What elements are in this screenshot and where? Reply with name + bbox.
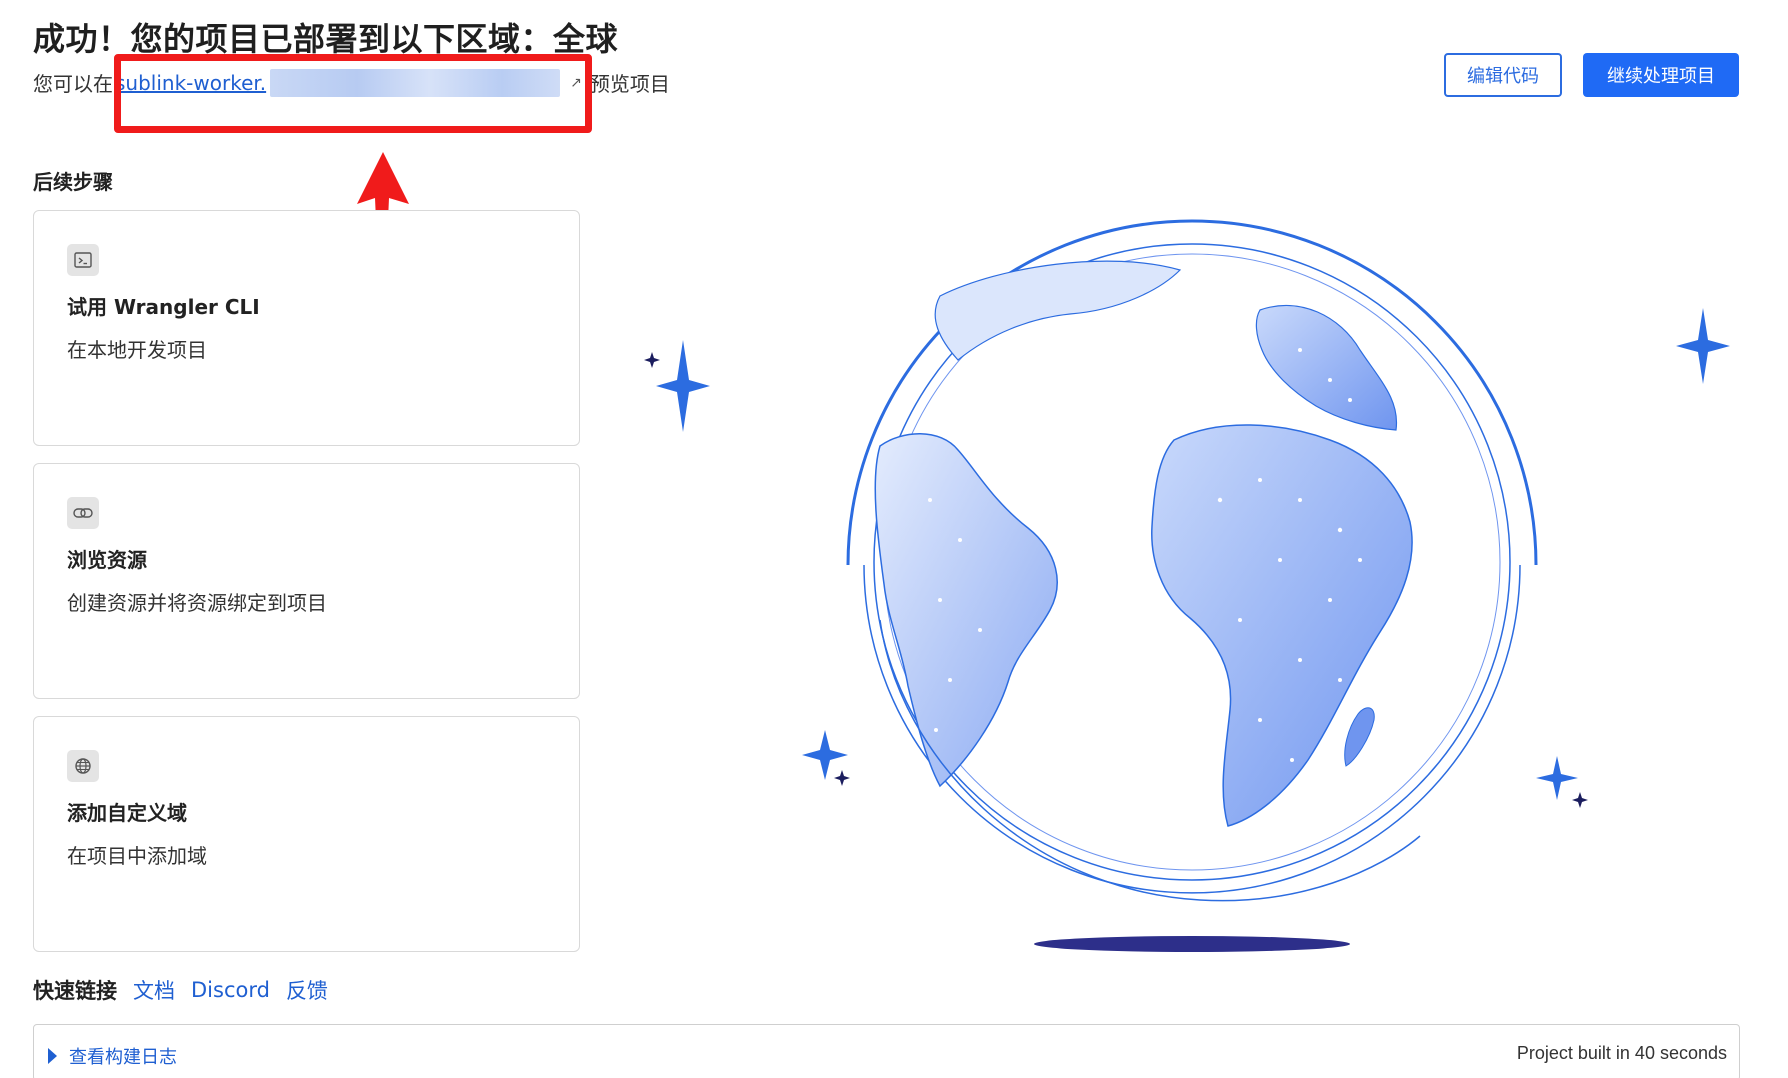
card-desc: 在项目中添加域 bbox=[67, 844, 207, 868]
docs-link[interactable]: 文档 bbox=[133, 975, 175, 1005]
preview-prefix: 您可以在 bbox=[33, 72, 113, 96]
feedback-link[interactable]: 反馈 bbox=[286, 975, 328, 1005]
next-steps-title: 后续步骤 bbox=[33, 170, 113, 194]
globe-illustration bbox=[644, 219, 1730, 952]
build-log-toggle-label: 查看构建日志 bbox=[69, 1047, 177, 1068]
card-title: 浏览资源 bbox=[67, 548, 147, 572]
caret-right-icon bbox=[48, 1048, 57, 1064]
edit-code-button[interactable]: 编辑代码 bbox=[1444, 53, 1562, 97]
card-desc: 在本地开发项目 bbox=[67, 338, 207, 362]
quick-links-label: 快速链接 bbox=[33, 979, 117, 1003]
build-log-toggle[interactable]: 查看构建日志 bbox=[48, 1043, 177, 1069]
preview-suffix: 预览项目 bbox=[589, 72, 670, 96]
build-duration: Project built in 40 seconds bbox=[1516, 1043, 1727, 1063]
card-wrangler-cli[interactable]: 试用 Wrangler CLI 在本地开发项目 bbox=[33, 210, 580, 446]
build-log-bar: 查看构建日志 Project built in 40 seconds bbox=[33, 1024, 1740, 1078]
card-title: 添加自定义域 bbox=[67, 801, 187, 825]
link-icon bbox=[67, 497, 99, 529]
quick-links: 快速链接 文档 Discord 反馈 bbox=[33, 975, 328, 1005]
card-custom-domain[interactable]: 添加自定义域 在项目中添加域 bbox=[33, 716, 580, 952]
annotation-highlight-box bbox=[114, 54, 592, 133]
card-title: 试用 Wrangler CLI bbox=[67, 295, 260, 319]
discord-link[interactable]: Discord bbox=[191, 978, 270, 1002]
card-browse-resources[interactable]: 浏览资源 创建资源并将资源绑定到项目 bbox=[33, 463, 580, 699]
terminal-icon bbox=[67, 244, 99, 276]
continue-project-button[interactable]: 继续处理项目 bbox=[1583, 53, 1739, 97]
globe-icon bbox=[67, 750, 99, 782]
card-desc: 创建资源并将资源绑定到项目 bbox=[67, 591, 327, 615]
